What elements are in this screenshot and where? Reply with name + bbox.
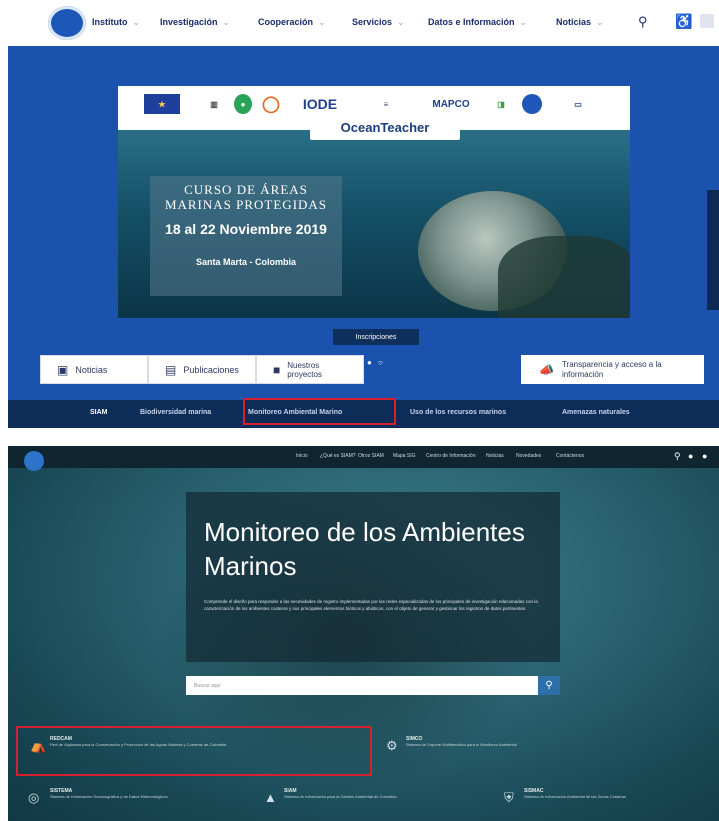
nav-item-datos[interactable]: Datos e Información ⌄ [428,17,527,28]
search-button[interactable]: ⚲ [538,676,560,695]
page-title: Monitoreo de los Ambientes Marinos [204,517,525,581]
quick-link-noticias[interactable]: ▣ Noticias [40,355,148,384]
subnav-uso-recursos[interactable]: Uso de los recursos marinos [410,409,506,416]
green-logo: ◨ [497,99,505,109]
quick-link-proyectos[interactable]: ■ Nuestros proyectos [256,355,364,384]
publications-icon: ▤ [165,362,177,377]
quick-link-publicaciones[interactable]: ▤ Publicaciones [148,355,256,384]
nav-item-servicios[interactable]: Servicios ⌄ [352,17,405,28]
nav2-centro[interactable]: Centro de Información [426,453,475,459]
course-dates: 18 al 22 Noviembre 2019 [165,221,327,237]
projects-icon: ■ [273,362,281,377]
nav2-inicio[interactable]: Inicio [296,453,308,459]
subnav-biodiversidad[interactable]: Biodiversidad marina [140,409,211,416]
course-banner[interactable]: ★ ▥ ● ◯ IODE ≡ MAPCO ◨ ▭ OceanTeacher CU… [118,86,630,318]
service-sismac[interactable]: SISMAC Sistema de Información Ambiental … [524,788,709,800]
institute-small-logo [522,94,542,114]
carousel-dots[interactable]: ● ○ [367,358,385,367]
shield-icon: ⛨ [504,790,514,805]
chevron-down-icon: ⌄ [397,17,405,27]
institute-logo[interactable] [48,6,86,40]
flag-icon[interactable] [700,14,714,28]
inscriptions-button[interactable]: Inscripciones [333,329,419,345]
accessibility-icon[interactable]: ● [688,451,693,461]
nav-item-investigacion[interactable]: Investigación ⌄ [160,17,230,28]
nav-item-instituto[interactable]: Instituto ⌄ [92,17,140,28]
globe-icon: ◎ [28,790,40,805]
nav2-otros[interactable]: Otros SIAM [358,453,384,459]
reef-image [498,236,630,318]
partner-circle-logo: ● [234,94,252,114]
main-navigation: Instituto ⌄ Investigación ⌄ Cooperación ⌄ S… [0,0,719,46]
nav2-novedades[interactable]: Novedades [516,453,541,459]
hero-description: Comprende el diseño para responder a las… [204,599,538,611]
service-sistema[interactable]: SISTEMA Sistema de Información Oceanográ… [50,788,220,800]
siam-logo[interactable] [24,451,44,471]
ocean-teacher-logo: OceanTeacher [310,114,460,140]
unesco-logo: ▥ [210,99,218,109]
mapco-logo: MAPCO [432,98,470,110]
news-icon: ▣ [57,362,69,377]
ring-logo: ◯ [262,96,280,113]
nav-item-noticias[interactable]: Noticias ⌄ [556,17,604,28]
chevron-down-icon: ⌄ [222,17,231,27]
nav2-mapa[interactable]: Mapa SIG [393,453,416,459]
search-icon[interactable]: ⚲ [638,14,648,30]
course-overlay: CURSO DE ÁREAS MARINAS PROTEGIDAS 18 al … [150,176,342,296]
search-icon[interactable]: ⚲ [674,451,681,462]
chevron-down-icon: ⌄ [132,17,141,27]
language-icon[interactable]: ● [702,451,707,461]
service-siam[interactable]: SIAM Sistema de Información para la Gest… [284,788,454,800]
subnav-siam[interactable]: SIAM [90,409,108,416]
nav2-que-es[interactable]: ¿Qué es SIAM? [320,453,356,459]
search-input[interactable]: Buscar aquí [186,676,538,695]
course-title: CURSO DE ÁREAS MARINAS PROTEGIDAS [164,182,328,212]
tree-icon: ▲ [264,790,277,805]
nav2-contactenos[interactable]: Contáctenos [556,453,584,459]
highlight-box-monitoreo [243,398,396,425]
nav-item-cooperacion[interactable]: Cooperación ⌄ [258,17,326,28]
subnav-amenazas[interactable]: Amenazas naturales [562,409,630,416]
megaphone-icon: 📣 [539,362,554,377]
highlight-box-redcam [16,726,372,776]
course-place: Santa Marta - Colombia [195,257,296,267]
chevron-down-icon: ⌄ [519,17,528,27]
nav2-noticias[interactable]: Noticias [486,453,504,459]
eu-flag-logo: ★ [144,94,180,114]
chevron-down-icon: ⌄ [596,17,604,27]
accessibility-icon[interactable]: ♿ [675,13,692,30]
transparency-link[interactable]: 📣 Transparencia y acceso a la información [521,355,704,384]
flanders-logo: ≡ [383,99,389,109]
simco-icon: ⚙ [386,738,398,753]
bottom-website-screenshot: Inicio ¿Qué es SIAM? Otros SIAM Mapa SIG… [8,446,719,821]
siam-navigation: Inicio ¿Qué es SIAM? Otros SIAM Mapa SIG… [8,446,719,471]
partner-text-logo: ▭ [574,99,582,109]
iode-logo: IODE [302,96,338,112]
chevron-down-icon: ⌄ [318,17,326,27]
top-website-screenshot: Instituto ⌄ Investigación ⌄ Cooperación ⌄ S… [0,0,719,428]
social-sidebar[interactable] [707,190,719,310]
service-simco[interactable]: SIMCO Sistema de Soporte Multitemático p… [406,736,606,748]
